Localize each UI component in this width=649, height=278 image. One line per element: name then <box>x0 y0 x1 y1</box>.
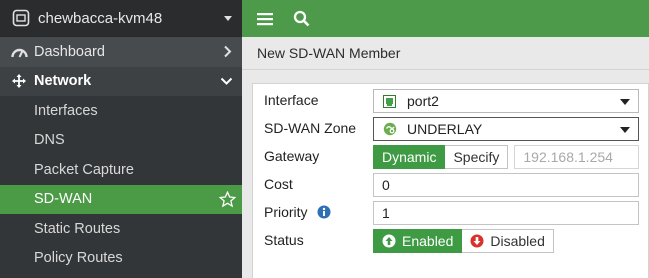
sidebar-item-label: SD-WAN <box>34 191 93 208</box>
chevron-right-icon <box>223 45 232 62</box>
dashboard-icon <box>10 45 28 59</box>
form-panel: Interface port2 SD-WAN Zone UNDERLAY Gat… <box>252 83 649 278</box>
network-move-icon <box>10 73 28 89</box>
sidebar-section-network[interactable]: Network <box>0 66 242 96</box>
status-label: Status <box>264 232 304 248</box>
status-disabled-label: Disabled <box>490 233 545 249</box>
zone-value: UNDERLAY <box>407 121 483 137</box>
port-icon <box>382 94 397 109</box>
sidebar-item-static-routes[interactable]: Static Routes <box>0 214 242 244</box>
chevron-down-icon <box>620 127 630 133</box>
chevron-down-icon <box>620 99 630 105</box>
arrow-up-circle-icon <box>382 234 396 248</box>
sidebar-item-label: DNS <box>34 132 65 149</box>
sidebar-item-dns[interactable]: DNS <box>0 125 242 155</box>
zone-label: SD-WAN Zone <box>264 120 357 136</box>
gateway-specify-option[interactable]: Specify <box>445 145 509 169</box>
page-title: New SD-WAN Member <box>242 37 649 70</box>
sidebar-item-label: Packet Capture <box>34 161 134 178</box>
sidebar-item-packet-capture[interactable]: Packet Capture <box>0 155 242 185</box>
info-icon[interactable] <box>317 205 331 219</box>
chevron-down-icon <box>220 74 233 90</box>
sd-wan-zone-select[interactable]: UNDERLAY <box>373 117 639 141</box>
main-content: Interface port2 SD-WAN Zone UNDERLAY Gat… <box>242 70 649 278</box>
interface-select[interactable]: port2 <box>373 89 639 113</box>
search-icon[interactable] <box>290 8 312 30</box>
sidebar-item-policy-routes[interactable]: Policy Routes <box>0 243 242 273</box>
gateway-dynamic-option[interactable]: Dynamic <box>373 145 446 169</box>
star-icon[interactable] <box>218 190 237 212</box>
gateway-mode-toggle: Dynamic Specify <box>373 145 509 169</box>
gateway-ip-input[interactable]: 192.168.1.254 <box>514 145 640 169</box>
status-toggle: Enabled Disabled <box>373 229 554 253</box>
sidebar-item-dashboard[interactable]: Dashboard <box>0 37 242 67</box>
interface-value: port2 <box>407 93 439 109</box>
interface-label: Interface <box>264 92 319 108</box>
priority-label-group: Priority <box>264 204 331 220</box>
sidebar-item-label: Policy Routes <box>34 250 123 267</box>
arrow-down-circle-icon <box>470 234 484 248</box>
cost-label: Cost <box>264 176 293 192</box>
page-title-text: New SD-WAN Member <box>257 45 401 61</box>
sidebar-section-label: Network <box>34 73 92 90</box>
priority-input[interactable]: 1 <box>373 201 639 225</box>
sidebar-item-label: Interfaces <box>34 102 98 119</box>
chevron-down-icon <box>224 15 232 21</box>
status-enabled-label: Enabled <box>402 233 454 249</box>
sidebar-item-sd-wan[interactable]: SD-WAN <box>0 184 242 214</box>
top-toolbar <box>242 0 649 37</box>
sidebar: chewbacca-kvm48 Dashboard Network Interf… <box>0 0 242 278</box>
sidebar-item-interfaces[interactable]: Interfaces <box>0 96 242 126</box>
hamburger-icon[interactable] <box>254 8 276 30</box>
sidebar-item-label: Dashboard <box>34 43 105 60</box>
device-selector[interactable]: chewbacca-kvm48 <box>0 0 242 37</box>
device-icon <box>12 9 30 27</box>
cost-input[interactable]: 0 <box>373 173 639 197</box>
sd-wan-zone-icon <box>382 122 397 137</box>
status-disabled-option[interactable]: Disabled <box>462 229 554 253</box>
gateway-controls: Dynamic Specify 192.168.1.254 <box>373 145 640 169</box>
priority-label: Priority <box>264 204 308 220</box>
interface-row: Interface port2 <box>253 89 639 113</box>
hostname: chewbacca-kvm48 <box>38 9 163 27</box>
zone-row: SD-WAN Zone UNDERLAY <box>253 117 639 141</box>
status-enabled-option[interactable]: Enabled <box>373 229 463 253</box>
sidebar-item-label: Static Routes <box>34 220 121 237</box>
gateway-label: Gateway <box>264 148 320 164</box>
